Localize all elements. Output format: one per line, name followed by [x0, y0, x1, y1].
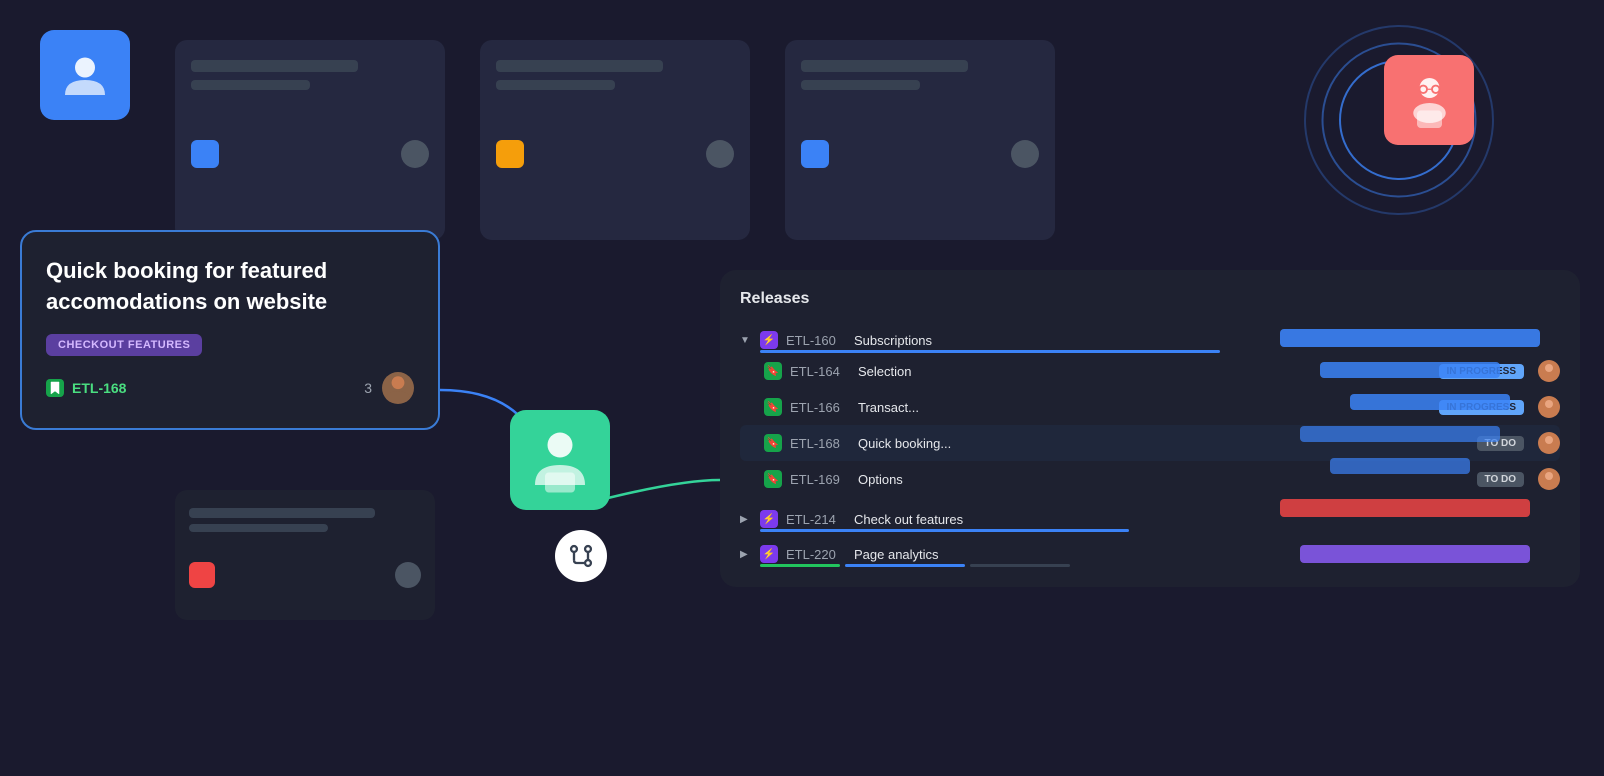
blue-avatar: [40, 30, 130, 120]
checkout-badge: CHECKOUT FEATURES: [46, 334, 202, 356]
placeholder-bar: [801, 80, 920, 90]
bookmark-badge: 🔖: [764, 470, 782, 488]
card-footer: ETL-168 3: [46, 372, 414, 404]
gantt-bar-220: [1300, 545, 1530, 563]
lightning-badge-220: ⚡: [760, 545, 778, 563]
release-id: ETL-169: [790, 472, 850, 487]
releases-panel: Releases ▼ ⚡ ETL-160 Subscriptions 🔖 ETL…: [720, 270, 1580, 587]
lightning-badge-214: ⚡: [760, 510, 778, 528]
assignee-avatar: [382, 372, 414, 404]
gantt-bars: [1280, 322, 1560, 574]
comment-count: 3: [364, 372, 414, 404]
expand-chevron-214: ▶: [740, 514, 752, 525]
gantt-bar-168: [1300, 426, 1500, 442]
green-avatar: [510, 410, 610, 510]
assignee-icon: [382, 372, 414, 404]
bookmark-badge: 🔖: [764, 362, 782, 380]
bg-card-2: [480, 40, 750, 240]
release-id-214: ETL-214: [786, 512, 846, 527]
placeholder-bar: [191, 80, 310, 90]
bg-card-3: [785, 40, 1055, 240]
color-dot-blue2: [801, 140, 829, 168]
pink-avatar: [1384, 55, 1474, 145]
green-user-icon: [525, 425, 595, 495]
releases-title: Releases: [740, 290, 1560, 308]
release-id-220: ETL-220: [786, 547, 846, 562]
pr-circle: [555, 530, 607, 582]
etl-id: ETL-168: [46, 379, 126, 397]
lightning-badge: ⚡: [760, 331, 778, 349]
progress-bar-220-gray: [970, 564, 1070, 567]
gantt-bar-166: [1350, 394, 1510, 410]
placeholder-bar: [496, 80, 615, 90]
gantt-bar-164: [1320, 362, 1500, 378]
gantt-bar-214: [1280, 499, 1530, 517]
color-dot-gray: [706, 140, 734, 168]
feature-card: Quick booking for featured accomodations…: [20, 230, 440, 430]
bookmark-badge: 🔖: [764, 434, 782, 452]
expand-chevron: ▼: [740, 335, 752, 346]
release-id: ETL-164: [790, 364, 850, 379]
progress-bar-220-green: [760, 564, 840, 567]
feature-card-title: Quick booking for featured accomodations…: [46, 256, 414, 318]
gantt-bar-169: [1330, 458, 1470, 474]
user-silhouette-blue: [60, 50, 110, 100]
color-dot-red: [189, 562, 215, 588]
git-pr-icon: [567, 542, 595, 570]
placeholder-bar: [191, 60, 358, 72]
color-dot-yellow: [496, 140, 524, 168]
bg-card-1: [175, 40, 445, 240]
release-id: ETL-160: [786, 333, 846, 348]
color-dot-gray2: [1011, 140, 1039, 168]
release-id: ETL-166: [790, 400, 850, 415]
expand-chevron-220: ▶: [740, 549, 752, 560]
progress-bar-220-blue: [845, 564, 965, 567]
progress-bar-214: [760, 529, 1129, 532]
scene: Quick booking for featured accomodations…: [0, 0, 1604, 776]
release-id: ETL-168: [790, 436, 850, 451]
bookmark-icon: [46, 379, 64, 397]
placeholder-bar: [496, 60, 663, 72]
color-dot-blue: [191, 140, 219, 168]
placeholder-bar-sm2: [189, 524, 328, 532]
small-card: [175, 490, 435, 620]
bookmark-badge: 🔖: [764, 398, 782, 416]
placeholder-bar-sm: [189, 508, 375, 518]
color-dot-gray: [401, 140, 429, 168]
gantt-bar-160: [1280, 329, 1540, 347]
color-dot-gray-sm: [395, 562, 421, 588]
user-silhouette-pink: [1402, 73, 1457, 128]
placeholder-bar: [801, 60, 968, 72]
